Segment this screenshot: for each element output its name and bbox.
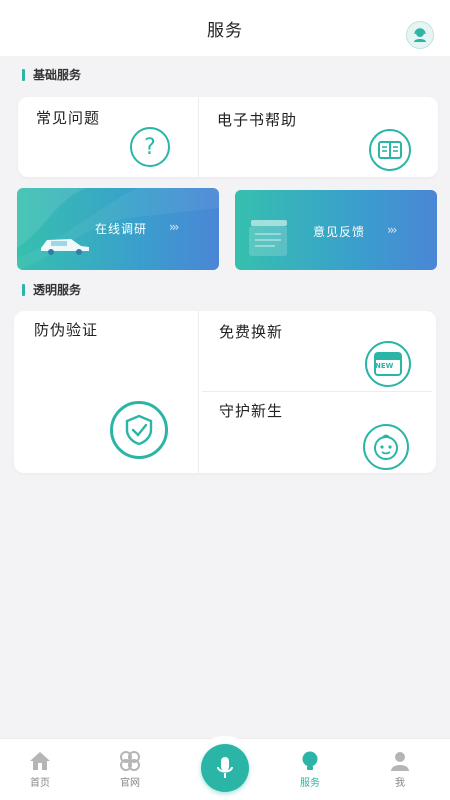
customer-service-icon — [414, 28, 426, 42]
home-icon — [30, 752, 50, 770]
section-transparent: 透明服务 — [22, 281, 81, 298]
ebook-label: 电子书帮助 — [217, 111, 298, 129]
basic-card: 常见问题 ? 电子书帮助 — [18, 97, 438, 177]
faq-item[interactable]: 常见问题 ? — [18, 97, 198, 177]
new-badge: NEW — [375, 362, 394, 370]
section-basic-title: 基础服务 — [33, 68, 82, 82]
user-icon — [391, 752, 409, 771]
guard-item[interactable]: 守护新生 — [199, 392, 436, 473]
document-icon — [249, 220, 287, 256]
baby-face-icon — [363, 424, 409, 470]
question-icon: ? — [130, 127, 170, 167]
customer-service-button[interactable] — [406, 21, 434, 49]
microphone-icon — [217, 757, 233, 778]
guard-label: 守护新生 — [219, 402, 284, 420]
shield-check-icon — [110, 401, 168, 459]
top-bar: 服务 — [0, 0, 450, 56]
faq-label: 常见问题 — [36, 109, 101, 127]
tab-site-label: 官网 — [120, 778, 140, 789]
lightbulb-icon — [302, 751, 318, 770]
chevrons-icon: ››› — [169, 220, 180, 234]
renew-label: 免费换新 — [219, 323, 284, 341]
anti-fake-label: 防伪验证 — [34, 321, 99, 339]
online-research-banner[interactable]: 在线调研 ››› — [17, 188, 219, 270]
section-transparent-title: 透明服务 — [33, 283, 82, 297]
voice-button[interactable] — [201, 744, 249, 792]
ebook-item[interactable]: 电子书帮助 — [199, 97, 438, 177]
chevrons-icon: ››› — [387, 223, 398, 237]
tab-home-label: 首页 — [30, 778, 50, 789]
book-icon — [369, 129, 411, 171]
transparent-card: 防伪验证 免费换新 NEW 守护新生 — [14, 311, 436, 473]
anti-fake-item[interactable]: 防伪验证 — [14, 311, 198, 473]
voice-button-wrap — [193, 736, 257, 800]
tab-site[interactable]: 官网 — [100, 751, 160, 789]
page-title: 服务 — [207, 20, 243, 41]
tab-service[interactable]: 服务 — [280, 751, 340, 789]
section-basic: 基础服务 — [22, 66, 81, 83]
feedback-banner[interactable]: 意见反馈 ››› — [235, 190, 437, 270]
car-icon — [41, 239, 89, 255]
online-research-label: 在线调研 — [95, 222, 148, 236]
tab-me-label: 我 — [395, 778, 405, 789]
new-box-icon: NEW — [365, 341, 411, 387]
tab-home[interactable]: 首页 — [10, 751, 70, 789]
tab-me[interactable]: 我 — [370, 751, 430, 789]
feedback-label: 意见反馈 — [313, 225, 366, 239]
tab-service-label: 服务 — [300, 778, 320, 789]
site-icon — [120, 751, 140, 771]
renew-item[interactable]: 免费换新 NEW — [199, 311, 436, 391]
